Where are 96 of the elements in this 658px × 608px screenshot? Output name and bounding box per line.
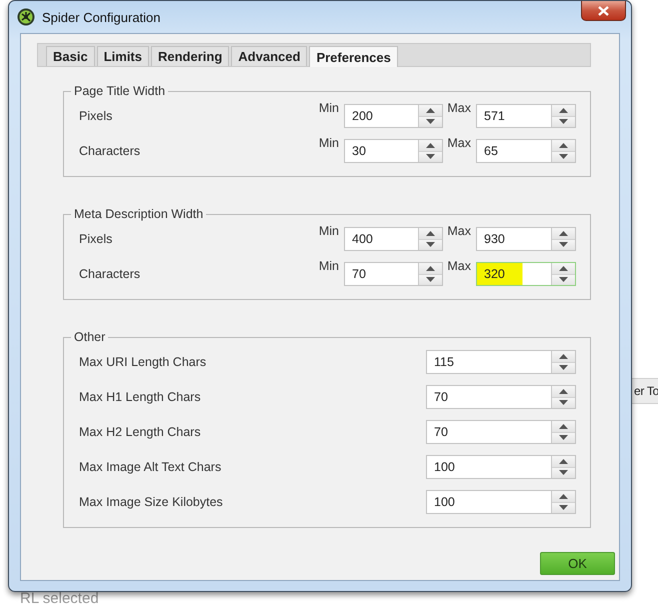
spin-field[interactable]: 200 (344, 104, 443, 128)
down-arrow-icon (559, 154, 568, 160)
max-label: Max (447, 101, 472, 115)
down-arrow-icon (559, 277, 568, 282)
min-label: Min (318, 259, 340, 273)
spin-down-button[interactable] (419, 116, 442, 127)
down-arrow-icon (559, 119, 568, 124)
close-button[interactable] (581, 1, 626, 21)
spin-up-button[interactable] (419, 263, 442, 274)
down-arrow-icon (426, 154, 435, 160)
spin-up-button[interactable] (552, 140, 575, 152)
spin-field[interactable]: 400 (344, 227, 443, 251)
down-arrow-icon (426, 242, 435, 248)
max-label: Max (447, 224, 472, 238)
spin-field[interactable]: 115 (426, 350, 576, 374)
spin-field[interactable]: 65 (476, 139, 576, 163)
spin-field[interactable]: 571 (476, 104, 576, 128)
up-arrow-icon (559, 458, 568, 464)
up-arrow-icon (426, 108, 435, 113)
spin-field[interactable]: 70 (426, 420, 576, 444)
spin-down-button[interactable] (552, 502, 575, 513)
spin-up-button[interactable] (552, 421, 575, 432)
down-arrow-icon (559, 470, 568, 476)
up-arrow-icon (559, 494, 568, 499)
spin-down-button[interactable] (552, 432, 575, 443)
field-label: Max Image Size Kilobytes (79, 495, 223, 509)
spin-up-button[interactable] (552, 386, 575, 398)
spin-up-button[interactable] (552, 491, 575, 502)
spin-down-button[interactable] (552, 468, 575, 478)
ok-button[interactable]: OK (540, 552, 615, 575)
max-label: Max (447, 259, 472, 273)
spin-up-button[interactable] (419, 228, 442, 240)
down-arrow-icon (559, 242, 568, 248)
spin-field[interactable]: 930 (476, 227, 576, 251)
spin-field[interactable]: 70 (426, 385, 576, 409)
spin-up-button[interactable] (552, 263, 575, 274)
field-label: Pixels (79, 232, 114, 246)
down-arrow-icon (559, 505, 568, 510)
tab[interactable]: Rendering (151, 46, 230, 66)
max-label: Max (447, 136, 472, 150)
spin-up-button[interactable] (552, 105, 575, 116)
min-label: Min (318, 136, 340, 150)
field-label: Max Image Alt Text Chars (79, 460, 222, 474)
group-title: Other (73, 330, 106, 344)
group-title: Meta Description Width (73, 207, 204, 221)
down-arrow-icon (559, 435, 568, 440)
min-label: Min (318, 224, 340, 238)
field-label: Max URI Length Chars (79, 355, 206, 369)
field-label: Max H2 Length Chars (79, 425, 201, 439)
spin-up-button[interactable] (552, 351, 575, 362)
spin-down-button[interactable] (552, 362, 575, 373)
min-label: Min (318, 101, 340, 115)
down-arrow-icon (426, 277, 435, 282)
tab[interactable]: Basic (46, 46, 95, 66)
down-arrow-icon (559, 400, 568, 406)
spin-field[interactable]: 100 (426, 490, 576, 514)
up-arrow-icon (426, 142, 435, 148)
spin-down-button[interactable] (552, 240, 575, 250)
up-arrow-icon (426, 230, 435, 236)
up-arrow-icon (559, 230, 568, 236)
up-arrow-icon (426, 266, 435, 271)
status-text: RL selected (20, 591, 99, 607)
spin-up-button[interactable] (552, 456, 575, 468)
window-title: Spider Configuration (42, 10, 161, 24)
spin-up-button[interactable] (419, 105, 442, 116)
tab[interactable]: Preferences (309, 46, 398, 67)
up-arrow-icon (559, 108, 568, 113)
field-label: Pixels (79, 109, 114, 123)
up-arrow-icon (559, 142, 568, 148)
spin-down-button[interactable] (419, 240, 442, 250)
up-arrow-icon (559, 354, 568, 359)
group-title: Page Title Width (73, 84, 166, 98)
spin-field[interactable]: 100 (426, 455, 576, 479)
spin-down-button[interactable] (419, 274, 442, 285)
field-label: Characters (79, 144, 142, 158)
field-label: Characters (79, 267, 142, 281)
tab[interactable]: Limits (96, 46, 149, 66)
spin-down-button[interactable] (552, 116, 575, 127)
spin-field[interactable]: 30 (344, 139, 443, 163)
spin-up-button[interactable] (419, 140, 442, 152)
up-arrow-icon (559, 388, 568, 394)
spider-logo-icon (17, 8, 35, 26)
spin-up-button[interactable] (552, 228, 575, 240)
close-icon (598, 6, 609, 16)
tab[interactable]: Advanced (231, 46, 308, 66)
spin-field[interactable]: 320 (476, 262, 576, 286)
down-arrow-icon (426, 119, 435, 124)
up-arrow-icon (559, 424, 568, 429)
spin-down-button[interactable] (552, 398, 575, 408)
spin-down-button[interactable] (552, 152, 575, 162)
spin-down-button[interactable] (552, 274, 575, 285)
field-label: Max H1 Length Chars (79, 390, 201, 404)
down-arrow-icon (559, 365, 568, 370)
up-arrow-icon (559, 266, 568, 271)
spin-field[interactable]: 70 (344, 262, 443, 286)
spin-down-button[interactable] (419, 152, 442, 162)
